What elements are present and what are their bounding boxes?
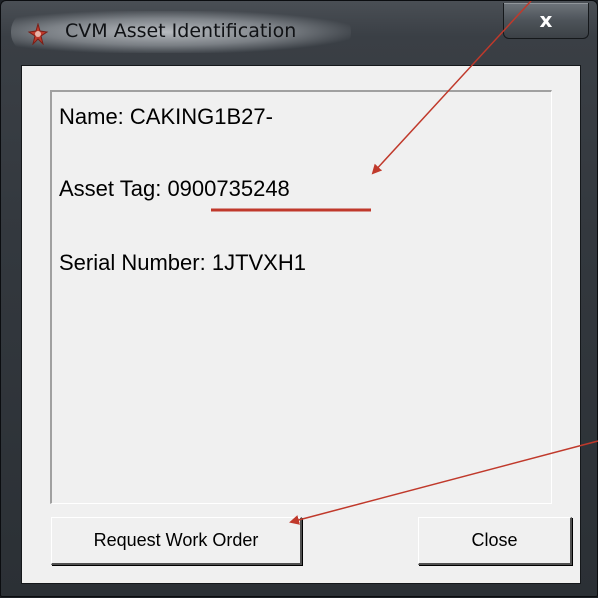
title-bar[interactable]: CVM Asset Identification x bbox=[1, 1, 597, 67]
serial-number-text: Serial Number: 1JTVXH1 bbox=[59, 250, 306, 275]
window-close-button[interactable]: x bbox=[503, 3, 589, 39]
app-logo-icon bbox=[27, 23, 49, 45]
asset-tag-label: Asset Tag: bbox=[59, 176, 168, 201]
asset-identification-window: CVM Asset Identification x Name: CAKING1… bbox=[0, 0, 598, 597]
asset-tag-line: Asset Tag: 0900735248 bbox=[59, 176, 290, 202]
asset-tag-value: 0900735248 bbox=[167, 176, 290, 201]
request-work-order-button[interactable]: Request Work Order bbox=[51, 517, 302, 565]
asset-info-panel: Name: CAKING1B27- Asset Tag: 0900735248 … bbox=[50, 90, 552, 504]
dialog-client-area: Name: CAKING1B27- Asset Tag: 0900735248 … bbox=[21, 65, 581, 584]
close-button[interactable]: Close bbox=[418, 517, 572, 565]
asset-name-text: Name: CAKING1B27- bbox=[59, 104, 273, 129]
close-icon: x bbox=[539, 8, 553, 32]
window-title: CVM Asset Identification bbox=[65, 20, 297, 42]
